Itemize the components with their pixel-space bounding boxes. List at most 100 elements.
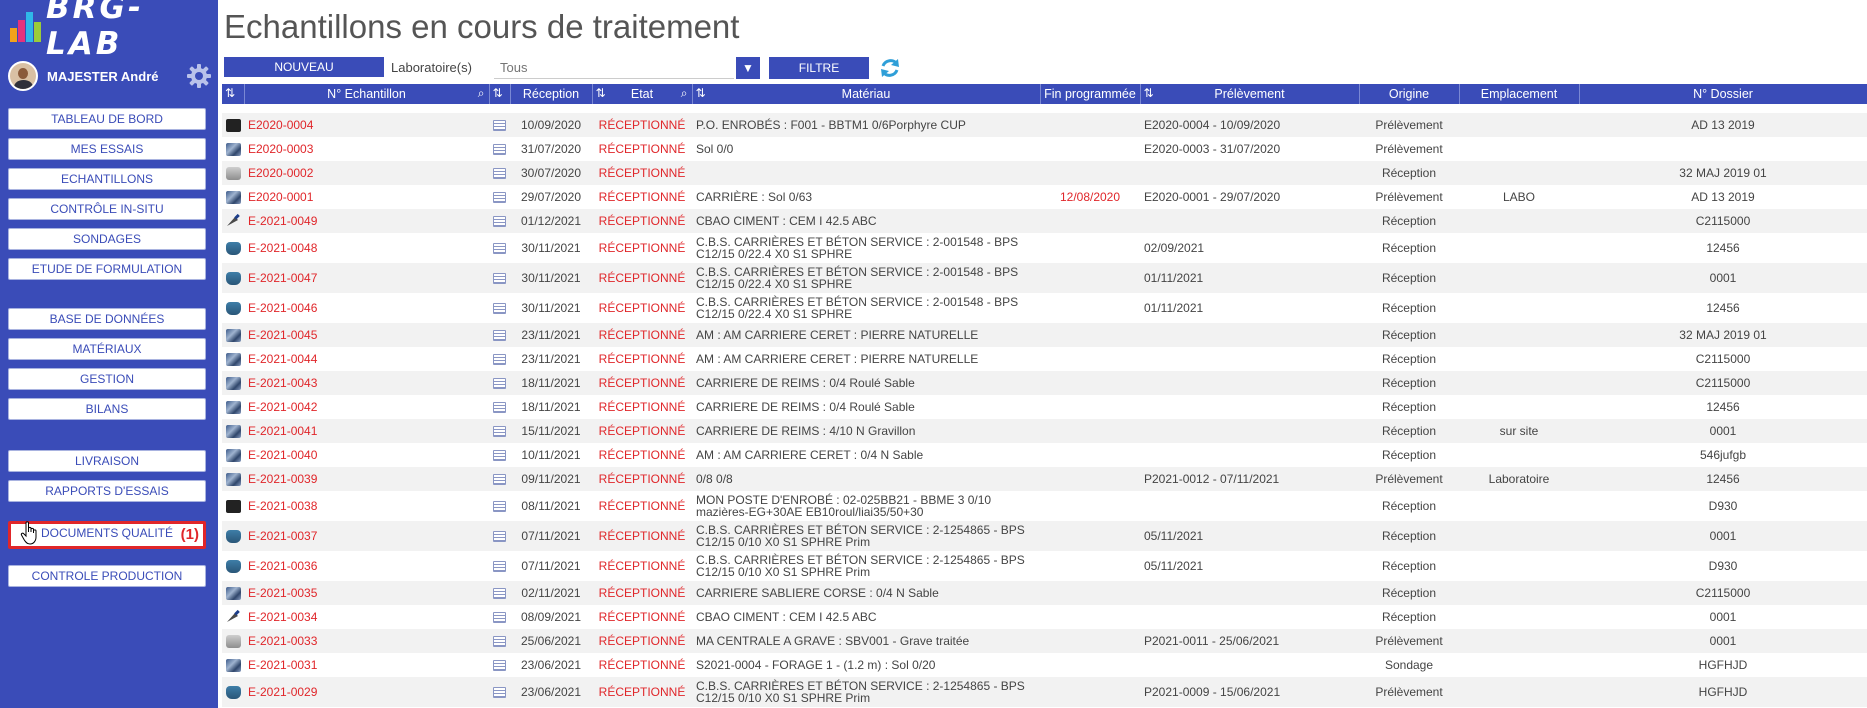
sample-number[interactable]: E2020-0002	[244, 161, 489, 185]
header-num-dossier[interactable]: N° Dossier	[1579, 84, 1867, 104]
document-cell[interactable]	[489, 491, 510, 521]
nav-echantillons[interactable]: ECHANTILLONS	[8, 168, 206, 190]
table-row[interactable]: E-2021-0034 08/09/2021 RÉCEPTIONNÉ CBAO CIM…	[222, 605, 1867, 629]
header-reception[interactable]: Réception	[510, 84, 593, 104]
table-row[interactable]: E-2021-0033 25/06/2021 RÉCEPTIONNÉ MA CENTR…	[222, 629, 1867, 653]
sample-number[interactable]: E-2021-0048	[244, 233, 489, 263]
sample-number[interactable]: E-2021-0038	[244, 491, 489, 521]
table-row[interactable]: E2020-0003 31/07/2020 RÉCEPTIONNÉ Sol 0/0 E2…	[222, 137, 1867, 161]
logo[interactable]: BRG-LAB	[8, 0, 212, 62]
sample-number[interactable]: E-2021-0040	[244, 443, 489, 467]
sample-number[interactable]: E-2021-0033	[244, 629, 489, 653]
document-icon[interactable]	[493, 474, 506, 486]
document-icon[interactable]	[493, 378, 506, 390]
document-icon[interactable]	[493, 588, 506, 600]
sample-number[interactable]: E-2021-0047	[244, 263, 489, 293]
table-row[interactable]: E-2021-0045 23/11/2021 RÉCEPTIONNÉ AM : AM …	[222, 323, 1867, 347]
document-cell[interactable]	[489, 653, 510, 677]
sample-number[interactable]: E-2021-0037	[244, 521, 489, 551]
nav-sondages[interactable]: SONDAGES	[8, 228, 206, 250]
document-icon[interactable]	[493, 330, 506, 342]
table-row[interactable]: E2020-0004 10/09/2020 RÉCEPTIONNÉ P.O. ENRO…	[222, 113, 1867, 137]
nav-rapports-d-essais[interactable]: RAPPORTS D'ESSAIS	[8, 480, 206, 502]
table-row[interactable]: E2020-0002 30/07/2020 RÉCEPTIONNÉ Réception…	[222, 161, 1867, 185]
table-row[interactable]: E-2021-0046 30/11/2021 RÉCEPTIONNÉ C.B.S. C…	[222, 293, 1867, 323]
filter-button[interactable]: FILTRE	[769, 57, 869, 79]
chevron-down-icon[interactable]: ▼	[736, 57, 760, 79]
document-icon[interactable]	[493, 612, 506, 624]
document-cell[interactable]	[489, 443, 510, 467]
nav-bilans[interactable]: BILANS	[8, 398, 206, 420]
document-cell[interactable]	[489, 395, 510, 419]
sample-number[interactable]: E-2021-0044	[244, 347, 489, 371]
document-cell[interactable]	[489, 467, 510, 491]
document-cell[interactable]	[489, 521, 510, 551]
table-row[interactable]: E-2021-0042 18/11/2021 RÉCEPTIONNÉ CARRIERE…	[222, 395, 1867, 419]
header-origine[interactable]: Origine	[1359, 84, 1460, 104]
table-row[interactable]: E-2021-0031 23/06/2021 RÉCEPTIONNÉ S2021-00…	[222, 653, 1867, 677]
sample-number[interactable]: E-2021-0049	[244, 209, 489, 233]
document-cell[interactable]	[489, 293, 510, 323]
table-row[interactable]: E2020-0001 29/07/2020 RÉCEPTIONNÉ CARRIÈRE …	[222, 185, 1867, 209]
document-cell[interactable]	[489, 677, 510, 707]
header-num-echantillon[interactable]: N° Echantillon ⌕	[244, 84, 490, 104]
sample-number[interactable]: E-2021-0039	[244, 467, 489, 491]
document-icon[interactable]	[493, 144, 506, 156]
nav-controle-in-situ[interactable]: CONTRÔLE IN-SITU	[8, 198, 206, 220]
table-row[interactable]: E-2021-0041 15/11/2021 RÉCEPTIONNÉ CARRIERE…	[222, 419, 1867, 443]
document-cell[interactable]	[489, 629, 510, 653]
document-icon[interactable]	[493, 273, 506, 285]
header-fin-programmee[interactable]: Fin programmée	[1040, 84, 1141, 104]
document-cell[interactable]	[489, 581, 510, 605]
nav-tableau-de-bord[interactable]: TABLEAU DE BORD	[8, 108, 206, 130]
document-icon[interactable]	[493, 531, 506, 543]
document-icon[interactable]	[493, 303, 506, 315]
table-row[interactable]: E-2021-0038 08/11/2021 RÉCEPTIONNÉ MON POST…	[222, 491, 1867, 521]
sample-number[interactable]: E-2021-0041	[244, 419, 489, 443]
sample-number[interactable]: E-2021-0036	[244, 551, 489, 581]
sample-number[interactable]: E-2021-0042	[244, 395, 489, 419]
table-row[interactable]: E-2021-0037 07/11/2021 RÉCEPTIONNÉ C.B.S. C…	[222, 521, 1867, 551]
sample-number[interactable]: E-2021-0029	[244, 677, 489, 707]
nav-controle-production[interactable]: CONTROLE PRODUCTION	[8, 565, 206, 587]
nav-mes-essais[interactable]: MES ESSAIS	[8, 138, 206, 160]
sort-reception-header[interactable]: ⇅	[489, 84, 511, 104]
search-icon[interactable]: ⌕	[478, 86, 485, 101]
nav-base-de-donnees[interactable]: BASE DE DONNÉES	[8, 308, 206, 330]
sample-number[interactable]: E2020-0001	[244, 185, 489, 209]
document-cell[interactable]	[489, 347, 510, 371]
new-button[interactable]: NOUVEAU	[224, 57, 384, 77]
table-row[interactable]: E-2021-0049 01/12/2021 RÉCEPTIONNÉ CBAO CIM…	[222, 209, 1867, 233]
table-row[interactable]: E-2021-0029 23/06/2021 RÉCEPTIONNÉ C.B.S. C…	[222, 677, 1867, 707]
laboratory-select[interactable]	[494, 57, 734, 79]
document-cell[interactable]	[489, 113, 510, 137]
nav-etude-de-formulation[interactable]: ETUDE DE FORMULATION	[8, 258, 206, 280]
search-icon[interactable]: ⌕	[681, 86, 688, 101]
table-row[interactable]: E-2021-0044 23/11/2021 RÉCEPTIONNÉ AM : AM …	[222, 347, 1867, 371]
sample-number[interactable]: E-2021-0045	[244, 323, 489, 347]
document-icon[interactable]	[493, 426, 506, 438]
sample-number[interactable]: E-2021-0046	[244, 293, 489, 323]
table-row[interactable]: E-2021-0040 10/11/2021 RÉCEPTIONNÉ AM : AM …	[222, 443, 1867, 467]
nav-livraison[interactable]: LIVRAISON	[8, 450, 206, 472]
header-materiau[interactable]: ⇅ Matériau	[692, 84, 1041, 104]
document-icon[interactable]	[493, 354, 506, 366]
document-cell[interactable]	[489, 233, 510, 263]
document-cell[interactable]	[489, 137, 510, 161]
document-icon[interactable]	[493, 216, 506, 228]
document-icon[interactable]	[493, 192, 506, 204]
table-row[interactable]: E-2021-0035 02/11/2021 RÉCEPTIONNÉ CARRIERE…	[222, 581, 1867, 605]
nav-gestion[interactable]: GESTION	[8, 368, 206, 390]
document-cell[interactable]	[489, 371, 510, 395]
document-icon[interactable]	[493, 636, 506, 648]
document-icon[interactable]	[493, 660, 506, 672]
header-emplacement[interactable]: Emplacement	[1459, 84, 1580, 104]
table-row[interactable]: E-2021-0048 30/11/2021 RÉCEPTIONNÉ C.B.S. C…	[222, 233, 1867, 263]
document-icon[interactable]	[493, 561, 506, 573]
document-cell[interactable]	[489, 263, 510, 293]
table-row[interactable]: E-2021-0043 18/11/2021 RÉCEPTIONNÉ CARRIERE…	[222, 371, 1867, 395]
document-cell[interactable]	[489, 209, 510, 233]
sample-number[interactable]: E2020-0004	[244, 113, 489, 137]
gear-icon[interactable]	[186, 63, 212, 89]
document-icon[interactable]	[493, 120, 506, 132]
